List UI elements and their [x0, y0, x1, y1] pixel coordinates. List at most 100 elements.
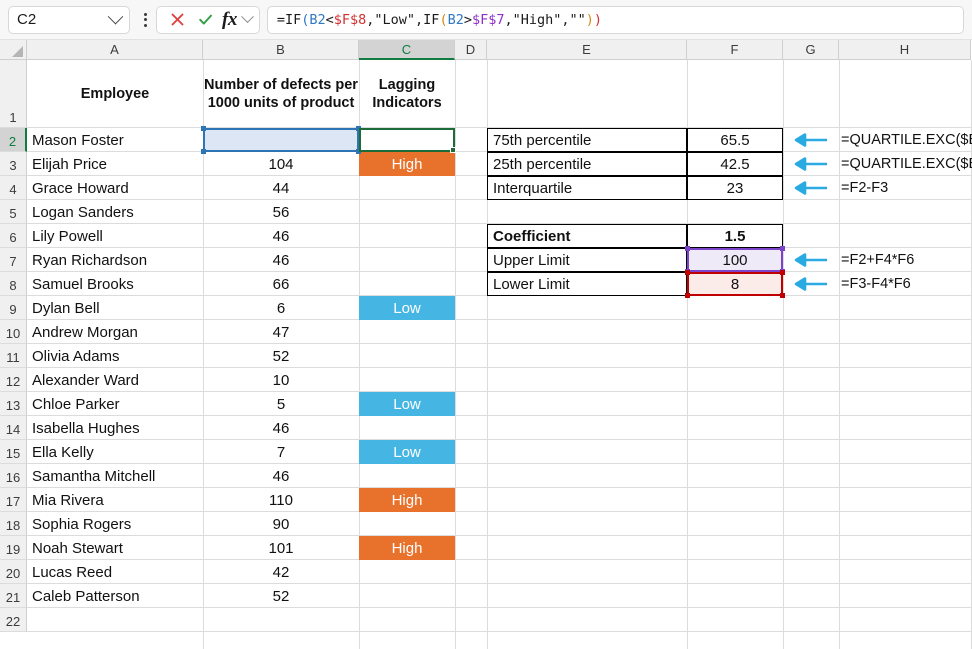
row-header-11[interactable]: 11 [0, 344, 27, 368]
cell-indicator-12[interactable] [359, 368, 455, 392]
cell-employee-3[interactable]: Elijah Price [27, 152, 203, 176]
stat-value-row7[interactable]: 100 [687, 248, 783, 272]
cell-defects-2[interactable]: 64 [203, 128, 359, 152]
cell-defects-5[interactable]: 56 [203, 200, 359, 224]
cell-indicator-14[interactable] [359, 416, 455, 440]
row-header-19[interactable]: 19 [0, 536, 27, 560]
cell-employee-18[interactable]: Sophia Rogers [27, 512, 203, 536]
cell-defects-15[interactable]: 7 [203, 440, 359, 464]
cell-defects-8[interactable]: 66 [203, 272, 359, 296]
cell-indicator-21[interactable] [359, 584, 455, 608]
select-all-corner[interactable] [0, 40, 27, 60]
cell-indicator-19[interactable]: High [359, 536, 455, 560]
cell-defects-9[interactable]: 6 [203, 296, 359, 320]
cell-employee-10[interactable]: Andrew Morgan [27, 320, 203, 344]
sheet-area[interactable]: EmployeeNumber of defects per1000 units … [27, 60, 972, 649]
row-header-1[interactable]: 1 [0, 60, 27, 128]
cell-defects-18[interactable]: 90 [203, 512, 359, 536]
cell-defects-11[interactable]: 52 [203, 344, 359, 368]
row-header-3[interactable]: 3 [0, 152, 27, 176]
row-header-7[interactable]: 7 [0, 248, 27, 272]
cell-employee-7[interactable]: Ryan Richardson [27, 248, 203, 272]
cell-indicator-4[interactable] [359, 176, 455, 200]
cell-employee-17[interactable]: Mia Rivera [27, 488, 203, 512]
cell-employee-5[interactable]: Logan Sanders [27, 200, 203, 224]
stat-value-row8[interactable]: 8 [687, 272, 783, 296]
name-box[interactable]: C2 [8, 6, 130, 34]
cell-employee-11[interactable]: Olivia Adams [27, 344, 203, 368]
kebab-menu-icon[interactable] [137, 13, 153, 27]
cell-employee-6[interactable]: Lily Powell [27, 224, 203, 248]
cell-employee-13[interactable]: Chloe Parker [27, 392, 203, 416]
cell-defects-16[interactable]: 46 [203, 464, 359, 488]
row-header-5[interactable]: 5 [0, 200, 27, 224]
row-header-22[interactable]: 22 [0, 608, 27, 632]
cell-indicator-5[interactable] [359, 200, 455, 224]
stat-label-row7[interactable]: Upper Limit [487, 248, 687, 272]
cell-defects-19[interactable]: 101 [203, 536, 359, 560]
cell-defects-22[interactable] [203, 608, 359, 632]
row-header-15[interactable]: 15 [0, 440, 27, 464]
header-lagging[interactable]: LaggingIndicators [359, 60, 455, 128]
cell-defects-21[interactable]: 52 [203, 584, 359, 608]
row-header-21[interactable]: 21 [0, 584, 27, 608]
cell-defects-12[interactable]: 10 [203, 368, 359, 392]
column-header-a[interactable]: A [27, 40, 203, 60]
cell-indicator-22[interactable] [359, 608, 455, 632]
row-header-16[interactable]: 16 [0, 464, 27, 488]
cell-indicator-6[interactable] [359, 224, 455, 248]
row-header-18[interactable]: 18 [0, 512, 27, 536]
header-defects[interactable]: Number of defects per1000 units of produ… [203, 60, 359, 128]
cell-indicator-11[interactable] [359, 344, 455, 368]
cell-employee-9[interactable]: Dylan Bell [27, 296, 203, 320]
column-header-d[interactable]: D [455, 40, 487, 60]
cell-defects-13[interactable]: 5 [203, 392, 359, 416]
cell-employee-16[interactable]: Samantha Mitchell [27, 464, 203, 488]
cell-defects-7[interactable]: 46 [203, 248, 359, 272]
column-header-h[interactable]: H [839, 40, 971, 60]
column-header-f[interactable]: F [687, 40, 783, 60]
cell-defects-14[interactable]: 46 [203, 416, 359, 440]
row-header-6[interactable]: 6 [0, 224, 27, 248]
stat-label-row6[interactable]: Coefficient [487, 224, 687, 248]
stat-label-row8[interactable]: Lower Limit [487, 272, 687, 296]
cell-indicator-3[interactable]: High [359, 152, 455, 176]
row-header-20[interactable]: 20 [0, 560, 27, 584]
close-icon[interactable] [164, 8, 190, 32]
cell-employee-22[interactable] [27, 608, 203, 632]
cell-employee-14[interactable]: Isabella Hughes [27, 416, 203, 440]
cell-employee-20[interactable]: Lucas Reed [27, 560, 203, 584]
cell-defects-4[interactable]: 44 [203, 176, 359, 200]
stat-label-row2[interactable]: 75th percentile [487, 128, 687, 152]
stat-value-row4[interactable]: 23 [687, 176, 783, 200]
formula-text-row8[interactable]: =F3-F4*F6 [839, 272, 972, 296]
check-icon[interactable] [192, 8, 218, 32]
cell-employee-8[interactable]: Samuel Brooks [27, 272, 203, 296]
cell-indicator-17[interactable]: High [359, 488, 455, 512]
formula-text-row3[interactable]: =QUARTILE.EXC($B$2:$B$21,1) [839, 152, 972, 176]
cell-employee-21[interactable]: Caleb Patterson [27, 584, 203, 608]
cell-employee-12[interactable]: Alexander Ward [27, 368, 203, 392]
cell-indicator-13[interactable]: Low [359, 392, 455, 416]
stat-label-row3[interactable]: 25th percentile [487, 152, 687, 176]
cell-employee-2[interactable]: Mason Foster [27, 128, 203, 152]
cell-defects-3[interactable]: 104 [203, 152, 359, 176]
column-header-e[interactable]: E [487, 40, 687, 60]
cell-indicator-2[interactable] [359, 128, 455, 152]
formula-text-row4[interactable]: =F2-F3 [839, 176, 972, 200]
stat-label-row4[interactable]: Interquartile [487, 176, 687, 200]
row-header-13[interactable]: 13 [0, 392, 27, 416]
row-header-17[interactable]: 17 [0, 488, 27, 512]
cell-defects-17[interactable]: 110 [203, 488, 359, 512]
fx-icon[interactable]: fx [220, 9, 239, 31]
cell-indicator-7[interactable] [359, 248, 455, 272]
cell-indicator-16[interactable] [359, 464, 455, 488]
stat-value-row2[interactable]: 65.5 [687, 128, 783, 152]
row-header-9[interactable]: 9 [0, 296, 27, 320]
column-header-g[interactable]: G [783, 40, 839, 60]
cell-employee-19[interactable]: Noah Stewart [27, 536, 203, 560]
cell-indicator-9[interactable]: Low [359, 296, 455, 320]
stat-value-row3[interactable]: 42.5 [687, 152, 783, 176]
cell-employee-4[interactable]: Grace Howard [27, 176, 203, 200]
row-header-2[interactable]: 2 [0, 128, 27, 152]
